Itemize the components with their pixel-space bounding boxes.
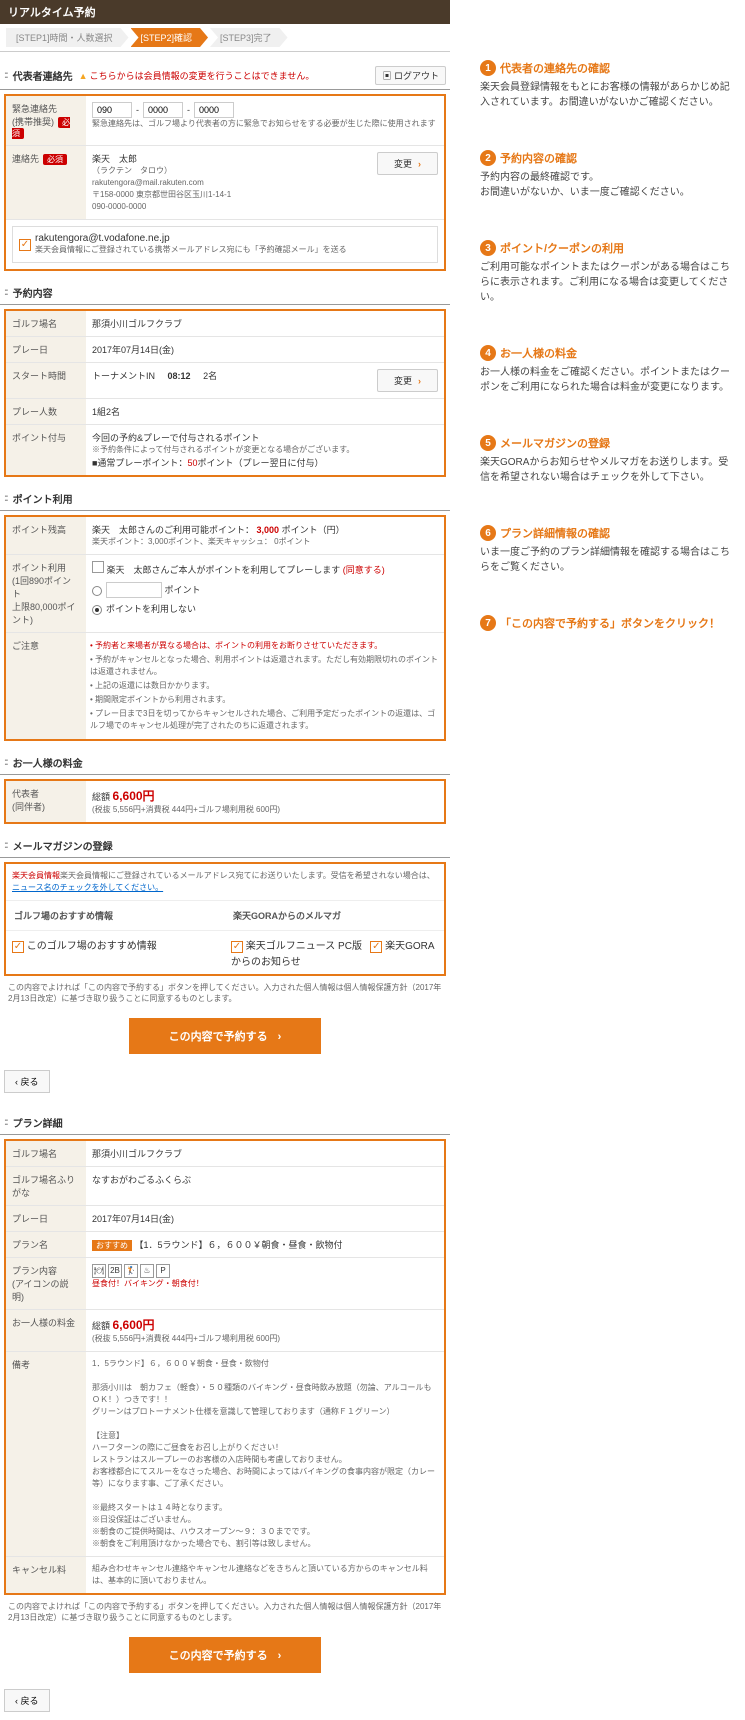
mailmag-check-1[interactable]: ✓ [12, 941, 24, 953]
step-3: [STEP3]完了 [210, 28, 288, 47]
submit-button-1[interactable]: この内容で予約する [129, 1018, 322, 1054]
confirm-mail-checkbox[interactable]: ✓ [19, 239, 31, 251]
annotation-body: いま一度ご予約のプラン詳細情報を確認する場合はこちらをご覧ください。 [480, 545, 735, 575]
annotation-4: 4お一人様の料金お一人様の料金をご確認ください。ポイントまたはクーポンをご利用に… [480, 345, 735, 395]
contact-email: rakutengora@mail.rakuten.com [92, 177, 438, 189]
logout-button[interactable]: ▣ ログアウト [375, 66, 446, 85]
mailmag-check-2[interactable]: ✓ [231, 941, 243, 953]
plan-icon: 🏌 [124, 1264, 138, 1278]
caution-list: • 予約者と来場者が異なる場合は、ポイントの利用をお断りさせていただきます。 •… [86, 633, 444, 739]
sec2-title: 予約内容 [13, 285, 53, 300]
agree-note: この内容でよければ「この内容で予約する」ボタンを押してください。入力された個人情… [0, 976, 450, 1010]
annotation-number: 2 [480, 150, 496, 166]
playdate-label: プレー日 [6, 337, 86, 362]
step-2: [STEP2]確認 [131, 28, 209, 47]
mailmag-block: 楽天会員情報楽天会員情報にご登録されているメールアドレス宛てにお送りいたします。… [4, 862, 446, 976]
use-points-label: ポイント利用 (1回890ポイント 上限80,000ポイント) [6, 555, 86, 632]
sec5-title: メールマガジンの登録 [13, 838, 113, 853]
sec6-title: プラン詳細 [13, 1115, 63, 1130]
annotation-title: 代表者の連絡先の確認 [500, 60, 610, 76]
players-value: 1組2名 [86, 399, 444, 424]
contact-block: 緊急連絡先 (携帯推奨)必須 - - 緊急連絡先は、ゴルフ場より代表者の方に緊急… [4, 94, 446, 271]
start-change-button[interactable]: 変更 [377, 369, 438, 392]
emg-note: 緊急連絡先は、ゴルフ場より代表者の方に緊急でお知らせをする必要が生じた際に使用さ… [92, 118, 438, 130]
players-label: プレー人数 [6, 399, 86, 424]
caution-label: ご注意 [6, 633, 86, 739]
playdate-value: 2017年07月14日(金) [86, 337, 444, 362]
sec1-title: 代表者連絡先 [13, 68, 73, 83]
annotation-number: 1 [480, 60, 496, 76]
contact-change-button[interactable]: 変更 [377, 152, 438, 175]
back-button-1[interactable]: 戻る [4, 1070, 50, 1093]
emergency-label: 緊急連絡先 (携帯推奨)必須 [6, 96, 86, 145]
page-title: リアルタイム予約 [0, 0, 450, 24]
annotation-body: 予約内容の最終確認です。 お間違いがないか、いま一度ご確認ください。 [480, 170, 735, 200]
total-price: 6,600円 [113, 789, 155, 803]
plan-tag: おすすめ [92, 1240, 132, 1251]
annotation-5: 5メールマガジンの登録楽天GORAからお知らせやメルマガをお送りします。受信を希… [480, 435, 735, 485]
annotation-number: 7 [480, 615, 496, 631]
points-amount-radio[interactable] [92, 586, 102, 596]
annotation-body: 楽天会員登録情報をもとにお客様の情報があらかじめ記入されています。お間違いがない… [480, 80, 735, 110]
contact-addr: 〒158-0000 東京都世田谷区玉川1-14-1 [92, 189, 438, 201]
annotation-title: 予約内容の確認 [500, 150, 577, 166]
sec1-warning: こちらからは会員情報の変更を行うことはできません。 [79, 69, 315, 82]
annotation-7: 7「この内容で予約する」ボタンをクリック！ [480, 615, 735, 631]
mailmag-check-3[interactable]: ✓ [370, 941, 382, 953]
annotation-6: 6プラン詳細情報の確認いま一度ご予約のプラン詳細情報を確認する場合はこちらをご覧… [480, 525, 735, 575]
reservation-block: ゴルフ場名那須小川ゴルフクラブ プレー日2017年07月14日(金) スタート時… [4, 309, 446, 477]
contact-tel: 090-0000-0000 [92, 201, 438, 213]
step-1: [STEP1]時間・人数選択 [6, 28, 129, 47]
annotation-body: 楽天GORAからお知らせやメルマガをお送りします。受信を希望されない場合はチェッ… [480, 455, 735, 485]
annotation-2: 2予約内容の確認予約内容の最終確認です。 お間違いがないか、いま一度ご確認くださ… [480, 150, 735, 200]
back-button-2[interactable]: 戻る [4, 1689, 50, 1712]
submit-button-2[interactable]: この内容で予約する [129, 1637, 322, 1673]
sec3-title: ポイント利用 [13, 491, 73, 506]
points-amount-input[interactable] [106, 582, 162, 598]
annotation-3: 3ポイント/クーポンの利用ご利用可能なポイントまたはクーポンがある場合はこちらに… [480, 240, 735, 305]
annotation-title: プラン詳細情報の確認 [500, 525, 610, 541]
confirm-mail-addr: rakutengora@t.vodafone.ne.jp [35, 233, 347, 244]
uncheck-link[interactable]: ニュース名のチェックを外してください。 [12, 883, 163, 892]
agree-note-2: この内容でよければ「この内容で予約する」ボタンを押してください。入力された個人情… [0, 1595, 450, 1629]
emg-tel-3[interactable] [194, 102, 234, 118]
course-value: 那須小川ゴルフクラブ [86, 311, 444, 336]
emg-tel-1[interactable] [92, 102, 132, 118]
plan-icons: 🍽2B🏌♨P [92, 1264, 438, 1278]
balance-label: ポイント残高 [6, 517, 86, 554]
plan-icon: 2B [108, 1264, 122, 1278]
start-label: スタート時間 [6, 363, 86, 398]
annotation-number: 6 [480, 525, 496, 541]
annotation-1: 1代表者の連絡先の確認楽天会員登録情報をもとにお客様の情報があらかじめ記入されて… [480, 60, 735, 110]
plan-icon: ♨ [140, 1264, 154, 1278]
annotation-number: 3 [480, 240, 496, 256]
annotation-body: お一人様の料金をご確認ください。ポイントまたはクーポンをご利用になられた場合は料… [480, 365, 735, 395]
annotation-title: ポイント/クーポンの利用 [500, 240, 624, 256]
annotation-title: お一人様の料金 [500, 345, 577, 361]
sec4-title: お一人様の料金 [13, 755, 83, 770]
annotation-body: ご利用可能なポイントまたはクーポンがある場合はこちらに表示されます。ご利用になる… [480, 260, 735, 305]
contact-label: 連絡先必須 [6, 146, 86, 219]
annotation-title: 「この内容で予約する」ボタンをクリック！ [500, 615, 720, 631]
step-tabs: [STEP1]時間・人数選択 [STEP2]確認 [STEP3]完了 [0, 24, 450, 52]
plan-icon: 🍽 [92, 1264, 106, 1278]
remarks-list: 1．5ラウンド】６，６００￥朝食・昼食・飲物付 那須小川は 朝カフェ（軽食）・５… [86, 1352, 444, 1556]
no-points-radio[interactable] [92, 605, 102, 615]
use-points-checkbox[interactable] [92, 561, 104, 573]
rep-label: 代表者 (同伴者) [6, 781, 86, 822]
points-block: ポイント残高 楽天 太郎さんのご利用可能ポイント： 3,000 ポイント（円） … [4, 515, 446, 741]
confirm-mail-note: 楽天会員情報にご登録されている携帯メールアドレス宛にも「予約確認メール」を送る [35, 244, 347, 256]
emg-tel-2[interactable] [143, 102, 183, 118]
balance-points: 3,000 [257, 525, 280, 535]
course-label: ゴルフ場名 [6, 311, 86, 336]
annotation-title: メールマガジンの登録 [500, 435, 610, 451]
annotation-number: 5 [480, 435, 496, 451]
points-label: ポイント付与 [6, 425, 86, 475]
plan-icon: P [156, 1264, 170, 1278]
plan-detail-block: ゴルフ場名那須小川ゴルフクラブ ゴルフ場名ふりがななすおがわごるふくらぶ プレー… [4, 1139, 446, 1595]
price-block: 代表者 (同伴者) 総額 6,600円 (税抜 5,556円+消費税 444円+… [4, 779, 446, 824]
annotation-number: 4 [480, 345, 496, 361]
